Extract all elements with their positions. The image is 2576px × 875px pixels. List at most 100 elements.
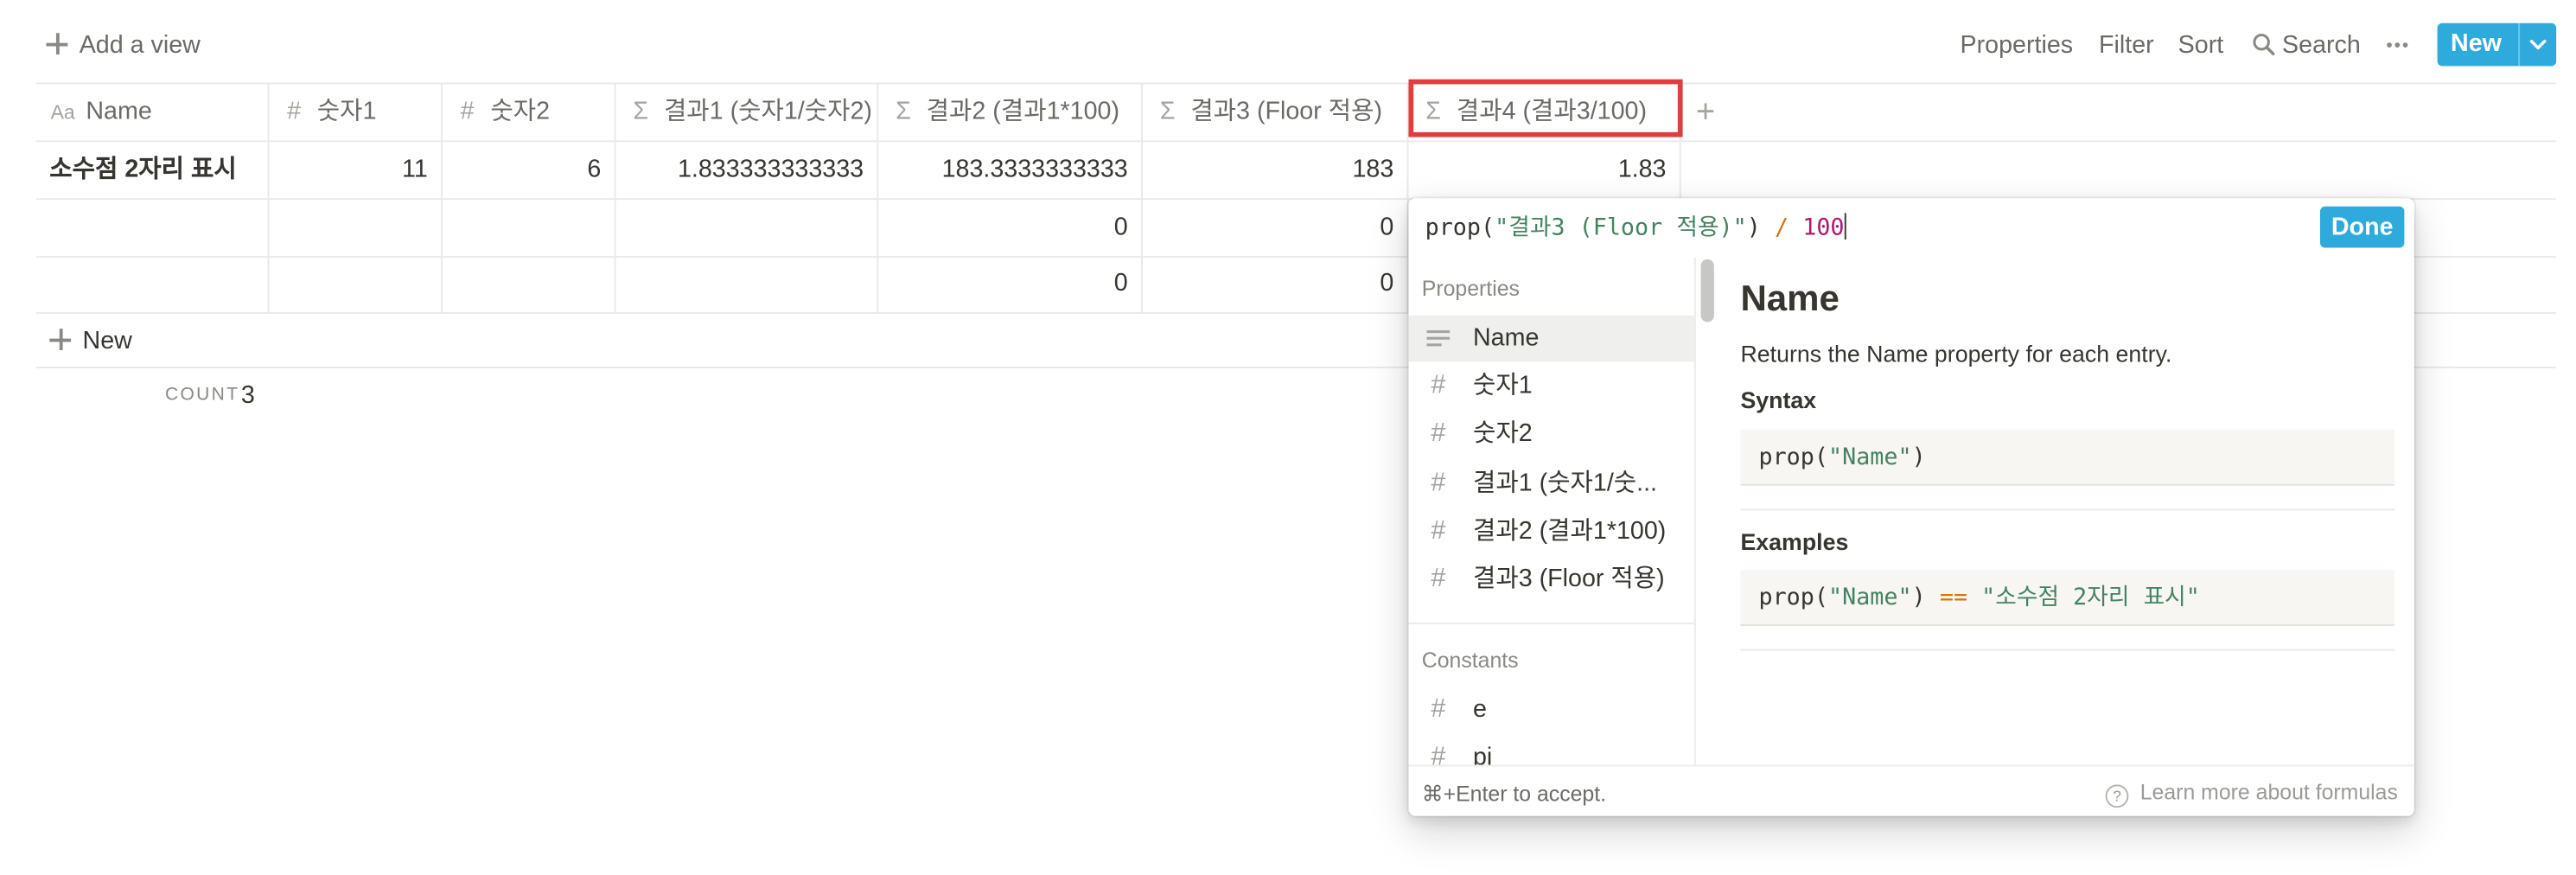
number-type-icon: # — [1431, 516, 1446, 546]
number-type-icon: # — [460, 97, 475, 126]
table-cell[interactable]: 0 — [1143, 256, 1393, 312]
search-button[interactable]: Search — [2253, 29, 2361, 62]
number-type-icon: # — [1431, 371, 1446, 400]
learn-more-link[interactable]: ? Learn more about formulas — [2105, 779, 2398, 808]
formula-item-label: 숫자2 — [1472, 419, 1533, 448]
table-cell[interactable]: 1.833333333333 — [616, 142, 864, 198]
search-label: Search — [2282, 31, 2361, 60]
code-operator: == — [1925, 584, 1982, 611]
number-type-icon: # — [1431, 743, 1446, 765]
column-header-label: 숫자2 — [490, 97, 551, 126]
done-button[interactable]: Done — [2319, 206, 2405, 248]
code-string: "Name" — [1828, 584, 1912, 611]
count-value: 3 — [240, 381, 255, 410]
column-header-label: 결과3 (Floor 적용) — [1190, 97, 1383, 126]
selected-column-highlight — [1408, 79, 1683, 137]
plus-icon — [49, 329, 72, 350]
column-header-label: Name — [86, 97, 152, 126]
formula-item-name[interactable]: Name — [1408, 315, 1694, 362]
number-type-icon: # — [1431, 565, 1446, 593]
add-row-label: New — [82, 327, 132, 355]
text-type-icon: Aa — [50, 100, 75, 125]
number-type-icon: # — [287, 97, 302, 126]
formula-string-arg: "결과3 (Floor 적용)" — [1495, 214, 1747, 241]
count-label: COUNT — [165, 385, 240, 406]
table-cell[interactable]: 0 — [878, 256, 1128, 312]
doc-examples-heading: Examples — [1740, 528, 1849, 555]
section-header-constants: Constants — [1421, 647, 1519, 673]
column-header-name[interactable]: Aa Name — [49, 84, 264, 140]
code-string: "Name" — [1828, 444, 1912, 471]
help-circle-icon: ? — [2105, 784, 2129, 808]
list-scrollbar[interactable] — [1700, 259, 1714, 323]
add-view-label: Add a view — [79, 31, 201, 60]
number-type-icon: # — [1431, 695, 1446, 724]
formula-item-label: Name — [1472, 323, 1540, 352]
table-cell[interactable]: 11 — [269, 142, 428, 198]
table-cell[interactable]: 0 — [1143, 200, 1393, 256]
doc-title: Name — [1740, 277, 1840, 319]
table-cell[interactable]: 0 — [878, 200, 1128, 256]
formula-item-pi[interactable]: # pi — [1408, 735, 1693, 765]
filter-button[interactable]: Filter — [2099, 29, 2154, 62]
formula-item-label: e — [1472, 695, 1487, 724]
add-row-button[interactable]: New — [49, 314, 247, 370]
add-view-button[interactable]: Add a view — [46, 29, 201, 62]
new-button-label: New — [2451, 29, 2502, 58]
formula-item-result1[interactable]: # 결과1 (숫자1/숫... — [1408, 461, 1693, 507]
properties-button[interactable]: Properties — [1961, 29, 2074, 62]
column-header-label: 결과1 (숫자1/숫자2) — [663, 97, 872, 126]
code-string: "소수점 2자리 표시" — [1981, 584, 2200, 611]
formula-close-paren: ) — [1746, 214, 1761, 241]
column-header-label: 결과2 (결과1*100) — [926, 97, 1120, 126]
formula-item-result2[interactable]: # 결과2 (결과1*100) — [1408, 508, 1693, 554]
code-function: prop( — [1758, 444, 1829, 471]
column-header-number1[interactable]: # 숫자1 — [281, 84, 437, 140]
table-cell-name[interactable] — [49, 258, 264, 314]
formula-item-label: 결과1 (숫자1/숫... — [1472, 469, 1658, 498]
doc-syntax-code: prop("Name") — [1740, 429, 2394, 486]
table-cell[interactable]: 183 — [1143, 142, 1393, 198]
text-lines-icon — [1425, 316, 1452, 365]
doc-example-code: prop("Name") == "소수점 2자리 표시" — [1740, 570, 2394, 627]
table-cell-name[interactable] — [49, 200, 264, 256]
formula-item-number2[interactable]: # 숫자2 — [1408, 412, 1693, 457]
formula-item-e[interactable]: # e — [1408, 687, 1693, 733]
formula-item-label: 숫자1 — [1472, 371, 1533, 400]
doc-description: Returns the Name property for each entry… — [1740, 340, 2172, 367]
formula-number: 100 — [1802, 214, 1845, 241]
formula-item-label: 결과3 (Floor 적용) — [1472, 565, 1665, 593]
learn-more-label: Learn more about formulas — [2139, 779, 2398, 805]
column-header-result2[interactable]: Σ 결과2 (결과1*100) — [890, 84, 1138, 140]
formula-type-icon: Σ — [1159, 97, 1176, 126]
doc-syntax-heading: Syntax — [1740, 386, 1817, 413]
more-options-icon[interactable]: ••• — [2386, 29, 2410, 62]
column-header-number2[interactable]: # 숫자2 — [454, 84, 610, 140]
formula-input[interactable]: prop("결과3 (Floor 적용)") / 100 — [1425, 213, 1846, 242]
text-cursor — [1844, 213, 1846, 240]
table-cell[interactable]: 6 — [443, 142, 601, 198]
table-cell[interactable]: 1.83 — [1408, 142, 1667, 198]
section-header-properties: Properties — [1421, 276, 1520, 301]
add-column-button[interactable]: + — [1696, 84, 1729, 140]
formula-item-number1[interactable]: # 숫자1 — [1408, 363, 1693, 409]
chevron-down-icon[interactable] — [2520, 23, 2556, 67]
formula-item-result3[interactable]: # 결과3 (Floor 적용) — [1408, 557, 1693, 603]
formula-editor-popup: prop("결과3 (Floor 적용)") / 100 Done Proper… — [1408, 198, 2414, 816]
formula-items-list[interactable]: Properties Name # 숫자1 # 숫자2 # 결과1 (숫자1/숫… — [1408, 258, 1696, 765]
section-divider — [1408, 623, 1694, 625]
sort-button[interactable]: Sort — [2178, 29, 2224, 62]
new-button[interactable]: New — [2437, 22, 2557, 67]
table-cell[interactable]: 183.3333333333 — [878, 142, 1128, 198]
formula-type-icon: Σ — [633, 97, 649, 126]
number-type-icon: # — [1431, 469, 1446, 498]
code-close-paren: ) — [1911, 444, 1926, 471]
code-function: prop( — [1758, 584, 1829, 611]
accept-hint: ⌘+Enter to accept. — [1421, 781, 1607, 807]
plus-icon — [46, 33, 68, 55]
table-cell-name[interactable]: 소수점 2자리 표시 — [49, 142, 264, 198]
column-header-result1[interactable]: Σ 결과1 (숫자1/숫자2) — [628, 84, 876, 140]
formula-type-icon: Σ — [896, 97, 911, 126]
column-header-result3[interactable]: Σ 결과3 (Floor 적용) — [1154, 84, 1405, 140]
column-header-label: 숫자1 — [316, 97, 377, 126]
